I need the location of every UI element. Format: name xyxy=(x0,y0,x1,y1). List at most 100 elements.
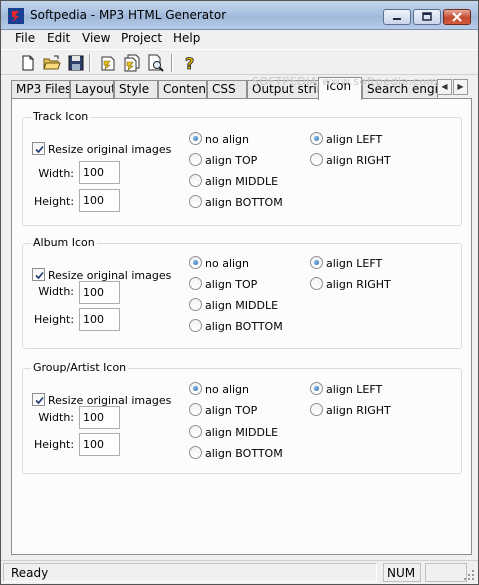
tab-panel-icon: SOFTPEDIA www.softpedia.com Track Icon R… xyxy=(11,75,472,555)
radio-label: no align xyxy=(205,257,250,270)
svg-text:?: ? xyxy=(185,54,194,73)
help-icon: ? xyxy=(185,54,195,74)
checkbox-icon xyxy=(32,268,45,281)
radio-no-align[interactable]: no align xyxy=(189,132,249,146)
radio-align-top[interactable]: align TOP xyxy=(189,403,257,417)
radio-align-bottom[interactable]: align BOTTOM xyxy=(189,319,283,333)
generate-all-icon xyxy=(124,54,140,72)
radio-icon xyxy=(310,277,323,290)
width-label: Width: xyxy=(38,167,74,180)
radio-no-align[interactable]: no align xyxy=(189,256,249,270)
menu-file[interactable]: File xyxy=(15,31,35,45)
radio-label: align BOTTOM xyxy=(205,196,283,209)
resize-checkbox[interactable]: Resize original images xyxy=(32,142,171,156)
menu-help[interactable]: Help xyxy=(173,31,200,45)
new-file-button[interactable] xyxy=(18,53,38,73)
radio-label: no align xyxy=(205,133,250,146)
generate-button[interactable] xyxy=(98,53,118,73)
width-label: Width: xyxy=(38,285,74,298)
group-title: Track Icon xyxy=(31,110,91,123)
tab-scroll-left-button[interactable]: ◀ xyxy=(437,79,452,95)
radio-label: align TOP xyxy=(205,278,258,291)
menu-bar: File Edit View Project Help xyxy=(1,30,478,48)
radio-label: align RIGHT xyxy=(326,154,391,167)
radio-label: align MIDDLE xyxy=(205,426,279,439)
radio-align-left[interactable]: align LEFT xyxy=(310,256,382,270)
resize-grip[interactable] xyxy=(463,569,475,581)
height-label: Height: xyxy=(34,438,75,451)
help-button[interactable]: ? xyxy=(180,53,200,74)
radio-selected-icon xyxy=(310,256,323,269)
radio-align-left[interactable]: align LEFT xyxy=(310,132,382,146)
tab-style[interactable]: Style xyxy=(114,80,158,99)
radio-align-right[interactable]: align RIGHT xyxy=(310,403,391,417)
radio-label: no align xyxy=(205,383,250,396)
radio-align-left[interactable]: align LEFT xyxy=(310,382,382,396)
height-field[interactable]: 100 xyxy=(79,308,120,331)
status-bar: Ready NUM xyxy=(1,560,478,584)
radio-label: align TOP xyxy=(205,154,258,167)
menu-project[interactable]: Project xyxy=(121,31,162,45)
radio-label: align MIDDLE xyxy=(205,175,279,188)
radio-align-right[interactable]: align RIGHT xyxy=(310,153,391,167)
radio-align-bottom[interactable]: align BOTTOM xyxy=(189,446,283,460)
radio-icon xyxy=(189,403,202,416)
radio-align-middle[interactable]: align MIDDLE xyxy=(189,298,278,312)
app-window: Softpedia - MP3 HTML Generator File Edit… xyxy=(0,0,479,585)
height-field[interactable]: 100 xyxy=(79,189,120,212)
radio-icon xyxy=(189,319,202,332)
tab-css[interactable]: CSS xyxy=(207,80,247,99)
resize-checkbox[interactable]: Resize original images xyxy=(32,393,171,407)
num-lock-indicator: NUM xyxy=(383,563,421,582)
save-button[interactable] xyxy=(66,53,86,73)
radio-label: align BOTTOM xyxy=(205,447,283,460)
radio-icon xyxy=(189,446,202,459)
radio-icon xyxy=(310,153,323,166)
radio-icon xyxy=(189,195,202,208)
radio-align-middle[interactable]: align MIDDLE xyxy=(189,174,278,188)
radio-align-middle[interactable]: align MIDDLE xyxy=(189,425,278,439)
tab-mp3-files[interactable]: MP3 Files xyxy=(11,80,70,99)
close-button[interactable] xyxy=(443,9,471,25)
softpedia-watermark: SOFTPEDIA www.softpedia.com xyxy=(252,75,438,88)
generate-all-button[interactable] xyxy=(122,53,142,73)
toolbar-separator xyxy=(89,54,91,72)
group-artist-icon-group: Group/Artist Icon Resize original images… xyxy=(22,361,462,474)
radio-icon xyxy=(189,153,202,166)
radio-label: align MIDDLE xyxy=(205,299,279,312)
tab-layout[interactable]: Layout xyxy=(70,80,114,99)
app-logo-icon xyxy=(8,8,24,24)
tab-content[interactable]: Content xyxy=(158,80,207,99)
maximize-button[interactable] xyxy=(413,9,441,25)
arrow-left-icon: ◀ xyxy=(441,82,448,91)
status-text: Ready xyxy=(3,563,377,582)
menu-view[interactable]: View xyxy=(82,31,110,45)
preview-icon xyxy=(148,54,164,72)
radio-no-align[interactable]: no align xyxy=(189,382,249,396)
menu-edit[interactable]: Edit xyxy=(47,31,70,45)
title-bar[interactable]: Softpedia - MP3 HTML Generator xyxy=(1,1,478,30)
resize-checkbox[interactable]: Resize original images xyxy=(32,268,171,282)
arrow-right-icon: ▶ xyxy=(457,82,464,91)
open-button[interactable] xyxy=(42,53,62,73)
radio-align-right[interactable]: align RIGHT xyxy=(310,277,391,291)
minimize-icon xyxy=(393,18,401,20)
minimize-button[interactable] xyxy=(383,9,411,25)
radio-align-top[interactable]: align TOP xyxy=(189,277,257,291)
album-icon-group: Album Icon Resize original images Width:… xyxy=(22,236,462,349)
width-field[interactable]: 100 xyxy=(79,406,120,429)
tab-scroll-right-button[interactable]: ▶ xyxy=(453,79,468,95)
width-field[interactable]: 100 xyxy=(79,281,120,304)
radio-align-top[interactable]: align TOP xyxy=(189,153,257,167)
track-icon-group: Track Icon Resize original images Width:… xyxy=(22,110,462,226)
width-label: Width: xyxy=(38,411,74,424)
preview-button[interactable] xyxy=(146,53,166,73)
checkbox-icon xyxy=(32,393,45,406)
radio-icon xyxy=(189,277,202,290)
radio-align-bottom[interactable]: align BOTTOM xyxy=(189,195,283,209)
radio-selected-icon xyxy=(189,256,202,269)
height-field[interactable]: 100 xyxy=(79,433,120,456)
radio-label: align LEFT xyxy=(326,257,383,270)
width-field[interactable]: 100 xyxy=(79,161,120,184)
radio-label: align RIGHT xyxy=(326,404,391,417)
